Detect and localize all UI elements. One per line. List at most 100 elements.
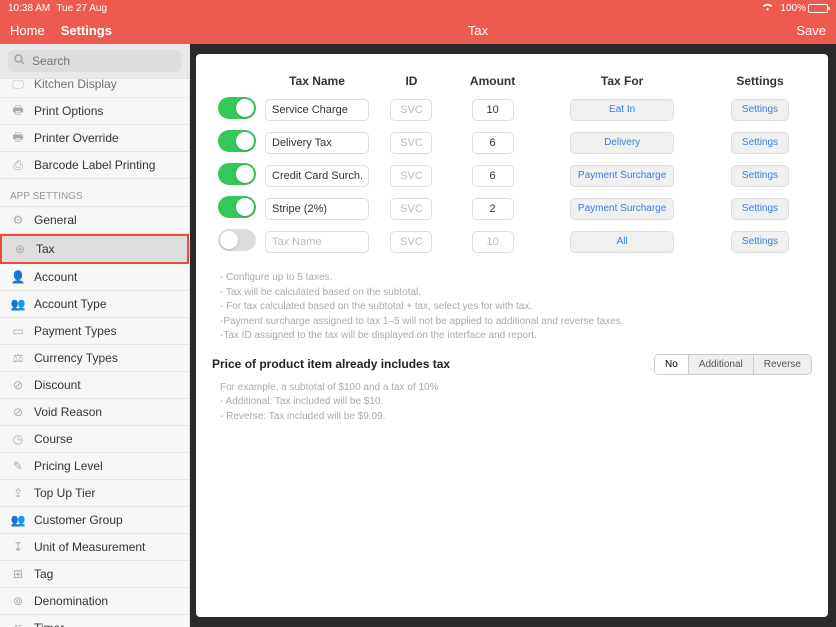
sidebar-item-label: Tag — [34, 567, 53, 581]
sidebar-item[interactable]: ▭Payment Types — [0, 318, 189, 345]
tax-toggle[interactable] — [218, 196, 256, 218]
includes-segmented[interactable]: NoAdditionalReverse — [654, 354, 812, 375]
sidebar-icon: ▭ — [10, 324, 26, 338]
sidebar-item[interactable]: ⚖ Currency Types — [0, 345, 189, 372]
sidebar-item[interactable]: ⊘ Void Reason — [0, 399, 189, 426]
tax-name-input[interactable] — [265, 198, 369, 220]
sidebar-item[interactable]: ⊕Tax — [0, 234, 189, 264]
nav-title: Tax — [190, 23, 766, 38]
tax-for-button[interactable]: All — [570, 231, 674, 253]
sidebar-item[interactable]: ⊞Tag — [0, 561, 189, 588]
tax-settings-button[interactable]: Settings — [731, 132, 789, 154]
sidebar-item-label: Pricing Level — [34, 459, 103, 473]
sidebar-item-label: General — [34, 213, 77, 227]
tax-settings-button[interactable]: Settings — [731, 231, 789, 253]
wifi-icon — [761, 2, 774, 14]
tax-row: SVC 2 Payment Surcharge Settings — [214, 193, 810, 224]
sidebar-item-label: Top Up Tier — [34, 486, 95, 500]
sidebar-item[interactable]: 🖶 Printer Override — [0, 125, 189, 152]
sidebar-item[interactable]: ◷Course — [0, 426, 189, 453]
search-icon — [14, 54, 25, 68]
sidebar-icon: ⇪ — [10, 486, 26, 500]
tax-for-button[interactable]: Delivery — [570, 132, 674, 154]
tax-for-button[interactable]: Eat In — [570, 99, 674, 121]
sidebar-icon: ⊘ — [10, 405, 26, 419]
sidebar-item-label: Currency Types — [34, 351, 118, 365]
content-area: Tax Name ID Amount Tax For Settings SVC … — [196, 54, 828, 617]
sidebar: 🖵 Kitchen Display 🖶 Print Options 🖶 Printer O… — [0, 44, 190, 627]
tax-settings-button[interactable]: Settings — [731, 99, 789, 121]
sidebar-item[interactable]: ⊚Denomination — [0, 588, 189, 615]
sidebar-icon: 🖶 — [10, 128, 26, 149]
sidebar-item[interactable]: ⇪ Top Up Tier — [0, 480, 189, 507]
battery-indicator: 100% — [780, 3, 828, 14]
tax-id-box[interactable]: SVC — [390, 99, 432, 121]
sidebar-icon: 👤 — [10, 270, 26, 284]
sidebar-icon: ⊘ — [10, 378, 26, 392]
tax-row: SVC 6 Delivery Settings — [214, 127, 810, 158]
sidebar-item[interactable]: ⎙Barcode Label Printing — [0, 152, 189, 179]
tax-name-input[interactable] — [265, 231, 369, 253]
tax-id-box[interactable]: SVC — [390, 231, 432, 253]
sidebar-item[interactable]: ⧖Timer — [0, 615, 189, 627]
sidebar-item[interactable]: 🖵 Kitchen Display — [0, 71, 189, 98]
sidebar-icon: ↧ — [10, 540, 26, 554]
tax-toggle[interactable] — [218, 130, 256, 152]
tax-row: SVC 10 All Settings — [214, 226, 810, 257]
sidebar-icon: ⧖ — [10, 621, 26, 627]
tax-amount-box[interactable]: 2 — [472, 198, 514, 220]
sidebar-icon: ⚖ — [10, 351, 26, 365]
sidebar-item[interactable]: 👤Account — [0, 264, 189, 291]
sidebar-item-label: Account Type — [34, 297, 107, 311]
tax-name-input[interactable] — [265, 132, 369, 154]
tax-id-box[interactable]: SVC — [390, 132, 432, 154]
tax-amount-box[interactable]: 6 — [472, 165, 514, 187]
sidebar-icon: ⎙ — [10, 158, 26, 173]
tax-notes: - Configure up to 5 taxes.- Tax will be … — [220, 271, 812, 344]
tax-toggle[interactable] — [218, 97, 256, 119]
tax-id-box[interactable]: SVC — [390, 165, 432, 187]
sidebar-item[interactable]: 🖶 Print Options — [0, 98, 189, 125]
sidebar-item-label: Unit of Measurement — [34, 540, 145, 554]
sidebar-icon: 👥 — [10, 297, 26, 311]
status-bar: 10:38 AM Tue 27 Aug 100% — [0, 0, 836, 16]
tax-toggle[interactable] — [218, 163, 256, 185]
sidebar-icon: ⊚ — [10, 594, 26, 608]
sidebar-icon: 🖶 — [10, 101, 26, 122]
sidebar-item-label: Print Options — [34, 104, 103, 118]
nav-settings[interactable]: Settings — [61, 23, 112, 38]
sidebar-icon: 🖵 — [10, 77, 26, 92]
nav-bar: Home Settings Tax Save — [0, 16, 836, 44]
tax-for-button[interactable]: Payment Surcharge — [570, 165, 674, 187]
tax-name-input[interactable] — [265, 165, 369, 187]
sidebar-icon: ✎ — [10, 459, 26, 473]
tax-id-box[interactable]: SVC — [390, 198, 432, 220]
sidebar-item-label: Void Reason — [34, 405, 102, 419]
sidebar-item-label: Customer Group — [34, 513, 123, 527]
tax-amount-box[interactable]: 10 — [472, 231, 514, 253]
th-id: ID — [374, 70, 449, 92]
search-input[interactable] — [8, 50, 181, 72]
save-button[interactable]: Save — [796, 23, 826, 38]
segment-option[interactable]: No — [655, 355, 689, 374]
segment-option[interactable]: Reverse — [754, 355, 811, 374]
tax-toggle[interactable] — [218, 229, 256, 251]
sidebar-item-label: Printer Override — [34, 131, 119, 145]
tax-name-input[interactable] — [265, 99, 369, 121]
tax-amount-box[interactable]: 6 — [472, 132, 514, 154]
sidebar-item-label: Kitchen Display — [34, 77, 117, 91]
sidebar-item[interactable]: ✎ Pricing Level — [0, 453, 189, 480]
sidebar-item[interactable]: 👥 Account Type — [0, 291, 189, 318]
tax-for-button[interactable]: Payment Surcharge — [570, 198, 674, 220]
sidebar-item[interactable]: ↧ Unit of Measurement — [0, 534, 189, 561]
nav-home[interactable]: Home — [10, 23, 45, 38]
tax-amount-box[interactable]: 10 — [472, 99, 514, 121]
sidebar-icon: ⚙ — [10, 213, 26, 227]
segment-option[interactable]: Additional — [689, 355, 754, 374]
tax-row: SVC 10 Eat In Settings — [214, 94, 810, 125]
tax-settings-button[interactable]: Settings — [731, 198, 789, 220]
sidebar-item[interactable]: 👥Customer Group — [0, 507, 189, 534]
tax-settings-button[interactable]: Settings — [731, 165, 789, 187]
sidebar-item[interactable]: ⚙ General — [0, 207, 189, 234]
sidebar-item[interactable]: ⊘Discount — [0, 372, 189, 399]
